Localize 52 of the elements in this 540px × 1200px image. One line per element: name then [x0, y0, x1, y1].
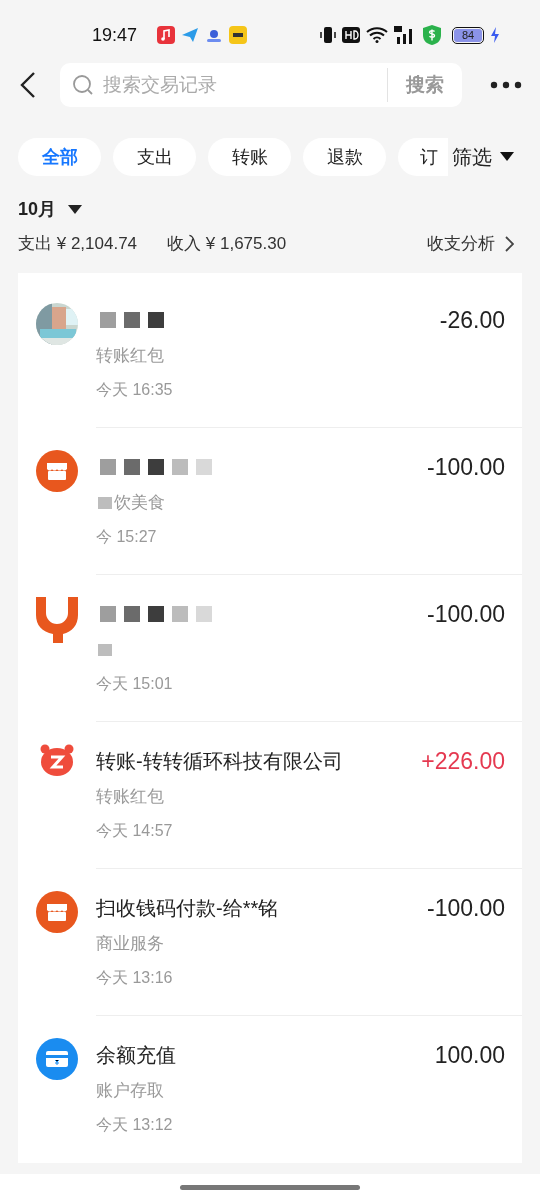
- transaction-time: 今天 14:57: [96, 822, 173, 839]
- battery-indicator: 84: [452, 26, 484, 44]
- expense-total: 支出 ¥ 2,104.74: [18, 233, 138, 256]
- transaction-category: 饮美食: [114, 492, 165, 515]
- month-selector[interactable]: 10月: [18, 196, 83, 223]
- transaction-time: 今天 13:16: [96, 969, 173, 986]
- home-indicator[interactable]: [180, 1184, 360, 1190]
- back-icon[interactable]: [18, 71, 38, 99]
- transaction-amount: -100.00: [427, 893, 505, 923]
- music-app-icon: [157, 26, 176, 44]
- transaction-category: 转账红包: [96, 786, 164, 809]
- transaction-time: 今天 16:35: [96, 381, 173, 398]
- transaction-amount: -100.00: [427, 599, 505, 629]
- filter-chip[interactable]: 全部: [18, 138, 101, 176]
- analysis-link[interactable]: 收支分析: [427, 231, 514, 257]
- income-total: 收入 ¥ 1,675.30: [167, 233, 287, 256]
- transaction-category: 商业服务: [96, 933, 164, 956]
- search-icon: [72, 74, 94, 96]
- filter-chip[interactable]: 订: [398, 138, 448, 176]
- transaction-amount: -100.00: [427, 452, 505, 482]
- transaction-category: 账户存取: [96, 1080, 164, 1103]
- filter-chip[interactable]: 支出: [113, 138, 196, 176]
- vibrate-icon: [320, 26, 336, 44]
- card-icon: [36, 1038, 78, 1080]
- transaction-category: 转账红包: [96, 345, 164, 368]
- transaction-amount: -26.00: [439, 305, 505, 335]
- transaction-amount: 100.00: [434, 1040, 505, 1070]
- transaction-time: 今 15:27: [96, 528, 157, 545]
- caret-icon: [68, 205, 83, 214]
- wifi-icon: [366, 27, 388, 43]
- filter-menu-button[interactable]: 筛选: [452, 142, 514, 172]
- transaction-title: 转账-转转循环科技有限公司: [96, 749, 343, 774]
- filter-chip[interactable]: 退款: [303, 138, 386, 176]
- transaction-time: 今天 15:01: [96, 675, 173, 692]
- chevron-icon: [505, 236, 514, 252]
- transaction-title: 余额充值: [96, 1043, 176, 1068]
- shield-icon: [422, 24, 442, 46]
- status-time: 19:47: [92, 23, 138, 47]
- shop-icon: [36, 450, 78, 492]
- filter-chip[interactable]: 转账: [208, 138, 291, 176]
- bear-icon: [40, 744, 74, 776]
- u-shape-icon: [36, 597, 78, 643]
- shop-icon: [36, 891, 78, 933]
- caret-icon: [500, 152, 514, 162]
- hd-icon: [342, 27, 360, 43]
- transaction-amount: +226.00: [421, 746, 505, 776]
- transaction-time: 今天 13:12: [96, 1116, 173, 1133]
- app-icon: [229, 26, 248, 44]
- charging-icon: [490, 27, 500, 43]
- transaction-title: 扫收钱码付款-给**铭: [96, 896, 279, 921]
- more-icon[interactable]: [490, 81, 522, 89]
- paper-plane-icon: [181, 26, 200, 44]
